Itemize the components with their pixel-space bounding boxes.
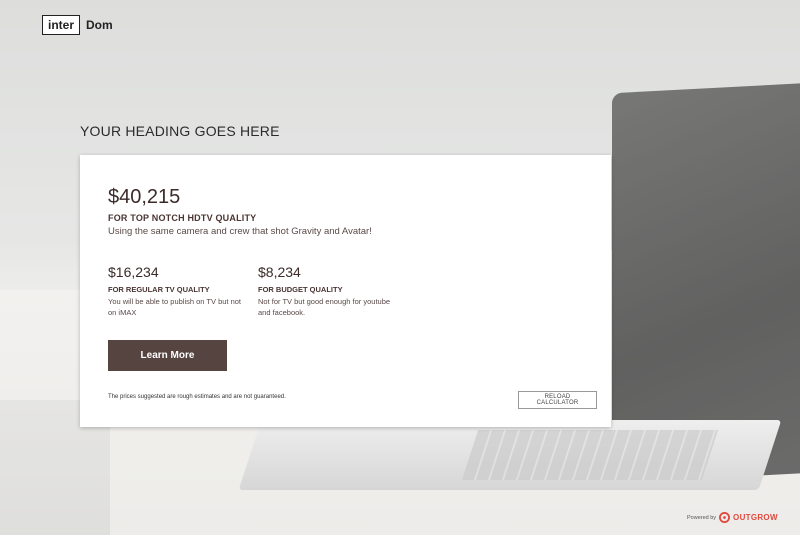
result-card: $40,215 FOR TOP NOTCH HDTV QUALITY Using…: [80, 155, 611, 427]
logo-text: Dom: [86, 18, 113, 32]
learn-more-button[interactable]: Learn More: [108, 340, 227, 371]
main-price: $40,215: [108, 186, 181, 208]
option-description: Not for TV but good enough for youtube a…: [258, 297, 391, 317]
option-label: FOR BUDGET QUALITY: [258, 285, 343, 294]
powered-by-badge[interactable]: Powered by OUTGROW: [687, 512, 778, 523]
option-price: $8,234: [258, 264, 301, 280]
brand-logo[interactable]: inter Dom: [42, 15, 113, 35]
disclaimer-text: The prices suggested are rough estimates…: [108, 394, 286, 400]
option-budget: $8,234 FOR BUDGET QUALITY Not for TV but…: [258, 264, 398, 318]
page-heading: YOUR HEADING GOES HERE: [80, 123, 280, 139]
powered-by-text: Powered by: [687, 514, 717, 521]
main-price-label: FOR TOP NOTCH HDTV QUALITY: [108, 213, 257, 223]
option-label: FOR REGULAR TV QUALITY: [108, 285, 210, 294]
outgrow-brand-text: OUTGROW: [733, 513, 778, 522]
outgrow-logo-icon: [719, 512, 731, 523]
main-price-description: Using the same camera and crew that shot…: [108, 226, 372, 237]
option-price: $16,234: [108, 264, 159, 280]
reload-calculator-button[interactable]: RELOAD CALCULATOR: [518, 391, 597, 409]
option-description: You will be able to publish on TV but no…: [108, 297, 242, 317]
logo-box-text: inter: [42, 15, 81, 35]
option-regular: $16,234 FOR REGULAR TV QUALITY You will …: [108, 264, 248, 318]
